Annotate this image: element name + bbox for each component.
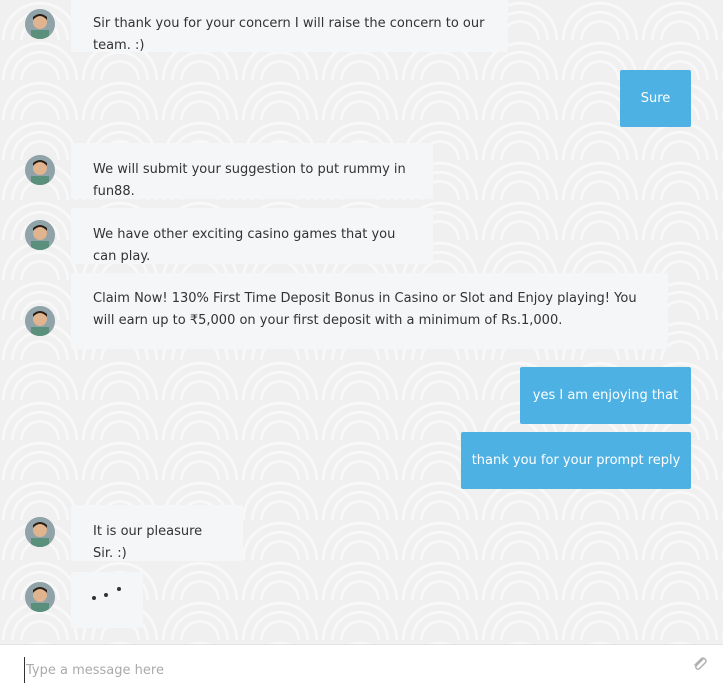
message-bubble-bot: Claim Now! 130% First Time Deposit Bonus… xyxy=(71,273,668,349)
message-bubble-bot: We will submit your suggestion to put ru… xyxy=(71,143,433,199)
typing-indicator xyxy=(71,572,143,628)
agent-avatar xyxy=(25,582,55,612)
message-text: It is our pleasure Sir. :) xyxy=(93,524,203,561)
message-bubble-user: thank you for your prompt reply xyxy=(461,432,691,489)
message-bubble-bot: Sir thank you for your concern I will ra… xyxy=(71,0,508,53)
message-bubble-bot: It is our pleasure Sir. :) xyxy=(71,505,243,561)
message-bubble-user: Sure xyxy=(620,70,691,127)
message-text: We will submit your suggestion to put ru… xyxy=(93,162,406,199)
chat-transcript: Sir thank you for your concern I will ra… xyxy=(0,0,723,644)
message-bubble-bot: We have other exciting casino games that… xyxy=(71,208,433,264)
message-composer xyxy=(0,644,723,695)
message-text: Claim Now! 130% First Time Deposit Bonus… xyxy=(93,291,637,328)
message-text: Sir thank you for your concern I will ra… xyxy=(93,16,485,53)
agent-avatar xyxy=(25,306,55,336)
message-text: We have other exciting casino games that… xyxy=(93,227,396,264)
agent-avatar xyxy=(25,517,55,547)
agent-avatar xyxy=(25,155,55,185)
message-text: Sure xyxy=(640,90,671,106)
message-text: yes I am enjoying that xyxy=(532,387,679,403)
paperclip-icon[interactable] xyxy=(690,654,710,674)
agent-avatar xyxy=(25,9,55,39)
message-text: thank you for your prompt reply xyxy=(471,452,681,468)
message-bubble-user: yes I am enjoying that xyxy=(520,367,691,424)
message-input[interactable] xyxy=(24,657,668,683)
agent-avatar xyxy=(25,220,55,250)
